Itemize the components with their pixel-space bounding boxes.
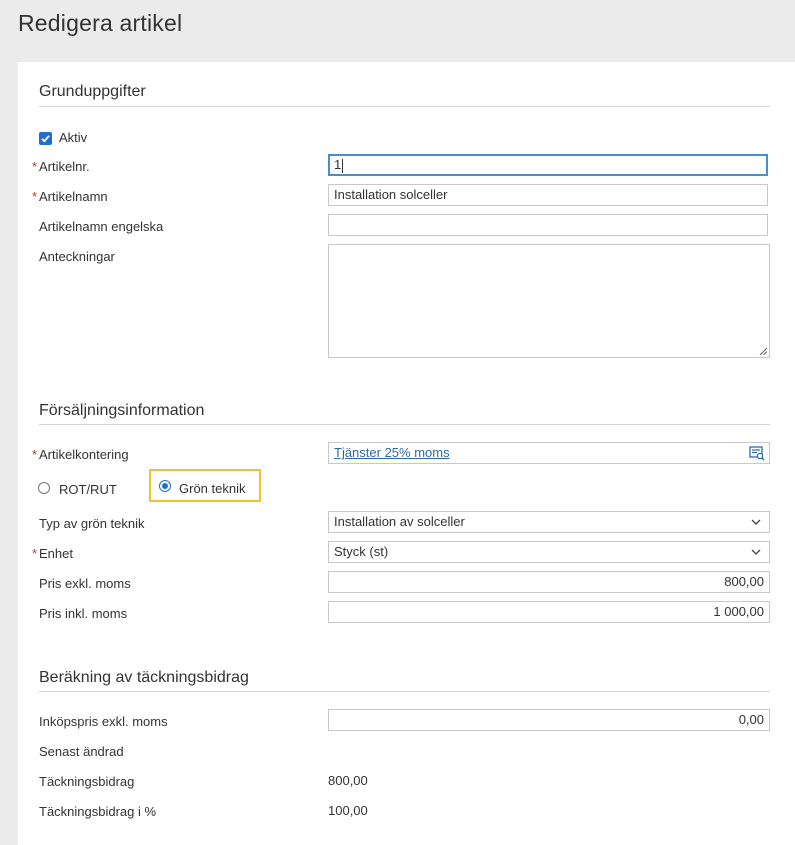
price-excl-input[interactable]: 800,00	[328, 571, 770, 593]
unit-select[interactable]: Styck (st)	[328, 541, 770, 563]
unit-label: * Enhet	[32, 546, 73, 561]
required-marker: *	[32, 546, 38, 561]
contribution-pct-label: Täckningsbidrag i %	[39, 804, 157, 819]
rot-rut-radio[interactable]	[38, 482, 50, 494]
required-marker: *	[32, 189, 38, 204]
section-divider	[39, 424, 770, 425]
section-divider	[39, 106, 770, 107]
chevron-down-icon	[751, 549, 761, 555]
section-divider	[39, 691, 770, 692]
active-label: Aktiv	[59, 130, 88, 145]
rot-rut-label: ROT/RUT	[59, 482, 117, 497]
notes-textarea[interactable]	[328, 244, 770, 358]
green-type-label: Typ av grön teknik	[39, 516, 145, 531]
green-tech-radio[interactable]	[159, 480, 171, 492]
article-name-label: * Artikelnamn	[32, 189, 108, 204]
article-no-label: * Artikelnr.	[32, 159, 90, 174]
price-incl-label: Pris inkl. moms	[39, 606, 128, 621]
resize-grip-icon[interactable]	[759, 347, 767, 355]
purchase-price-input[interactable]: 0,00	[328, 709, 770, 731]
section-title-basic: Grunduppgifter	[39, 83, 146, 100]
price-excl-label: Pris exkl. moms	[39, 576, 131, 591]
required-marker: *	[32, 159, 38, 174]
account-label: * Artikelkontering	[32, 447, 129, 462]
section-title-sales: Försäljningsinformation	[39, 402, 205, 419]
contribution-pct-value: 100,00	[328, 803, 368, 818]
article-name-input[interactable]: Installation solceller	[328, 184, 768, 206]
last-changed-label: Senast ändrad	[39, 744, 124, 759]
green-type-select[interactable]: Installation av solceller	[328, 511, 770, 533]
article-no-input[interactable]: 1	[328, 154, 768, 176]
account-link[interactable]: Tjänster 25% moms	[334, 445, 450, 460]
page-title: Redigera artikel	[18, 10, 183, 36]
article-name-en-label: Artikelnamn engelska	[39, 219, 164, 234]
contribution-label: Täckningsbidrag	[39, 774, 135, 789]
required-marker: *	[32, 447, 38, 462]
edit-article-panel: Grunduppgifter Aktiv * Artikelnr. 1 * Arti…	[18, 62, 795, 845]
active-checkbox[interactable]	[39, 132, 52, 145]
article-name-en-input[interactable]	[328, 214, 768, 236]
price-incl-input[interactable]: 1 000,00	[328, 601, 770, 623]
lookup-list-icon[interactable]	[749, 445, 765, 461]
purchase-price-label: Inköpspris exkl. moms	[39, 714, 168, 729]
green-tech-label: Grön teknik	[179, 481, 246, 496]
section-title-margin: Beräkning av täckningsbidrag	[39, 669, 249, 686]
text-cursor	[342, 158, 344, 173]
contribution-value: 800,00	[328, 773, 368, 788]
notes-label: Anteckningar	[39, 249, 115, 264]
checkmark-icon	[41, 135, 50, 143]
account-lookup-field[interactable]: Tjänster 25% moms	[328, 442, 770, 464]
chevron-down-icon	[751, 519, 761, 525]
